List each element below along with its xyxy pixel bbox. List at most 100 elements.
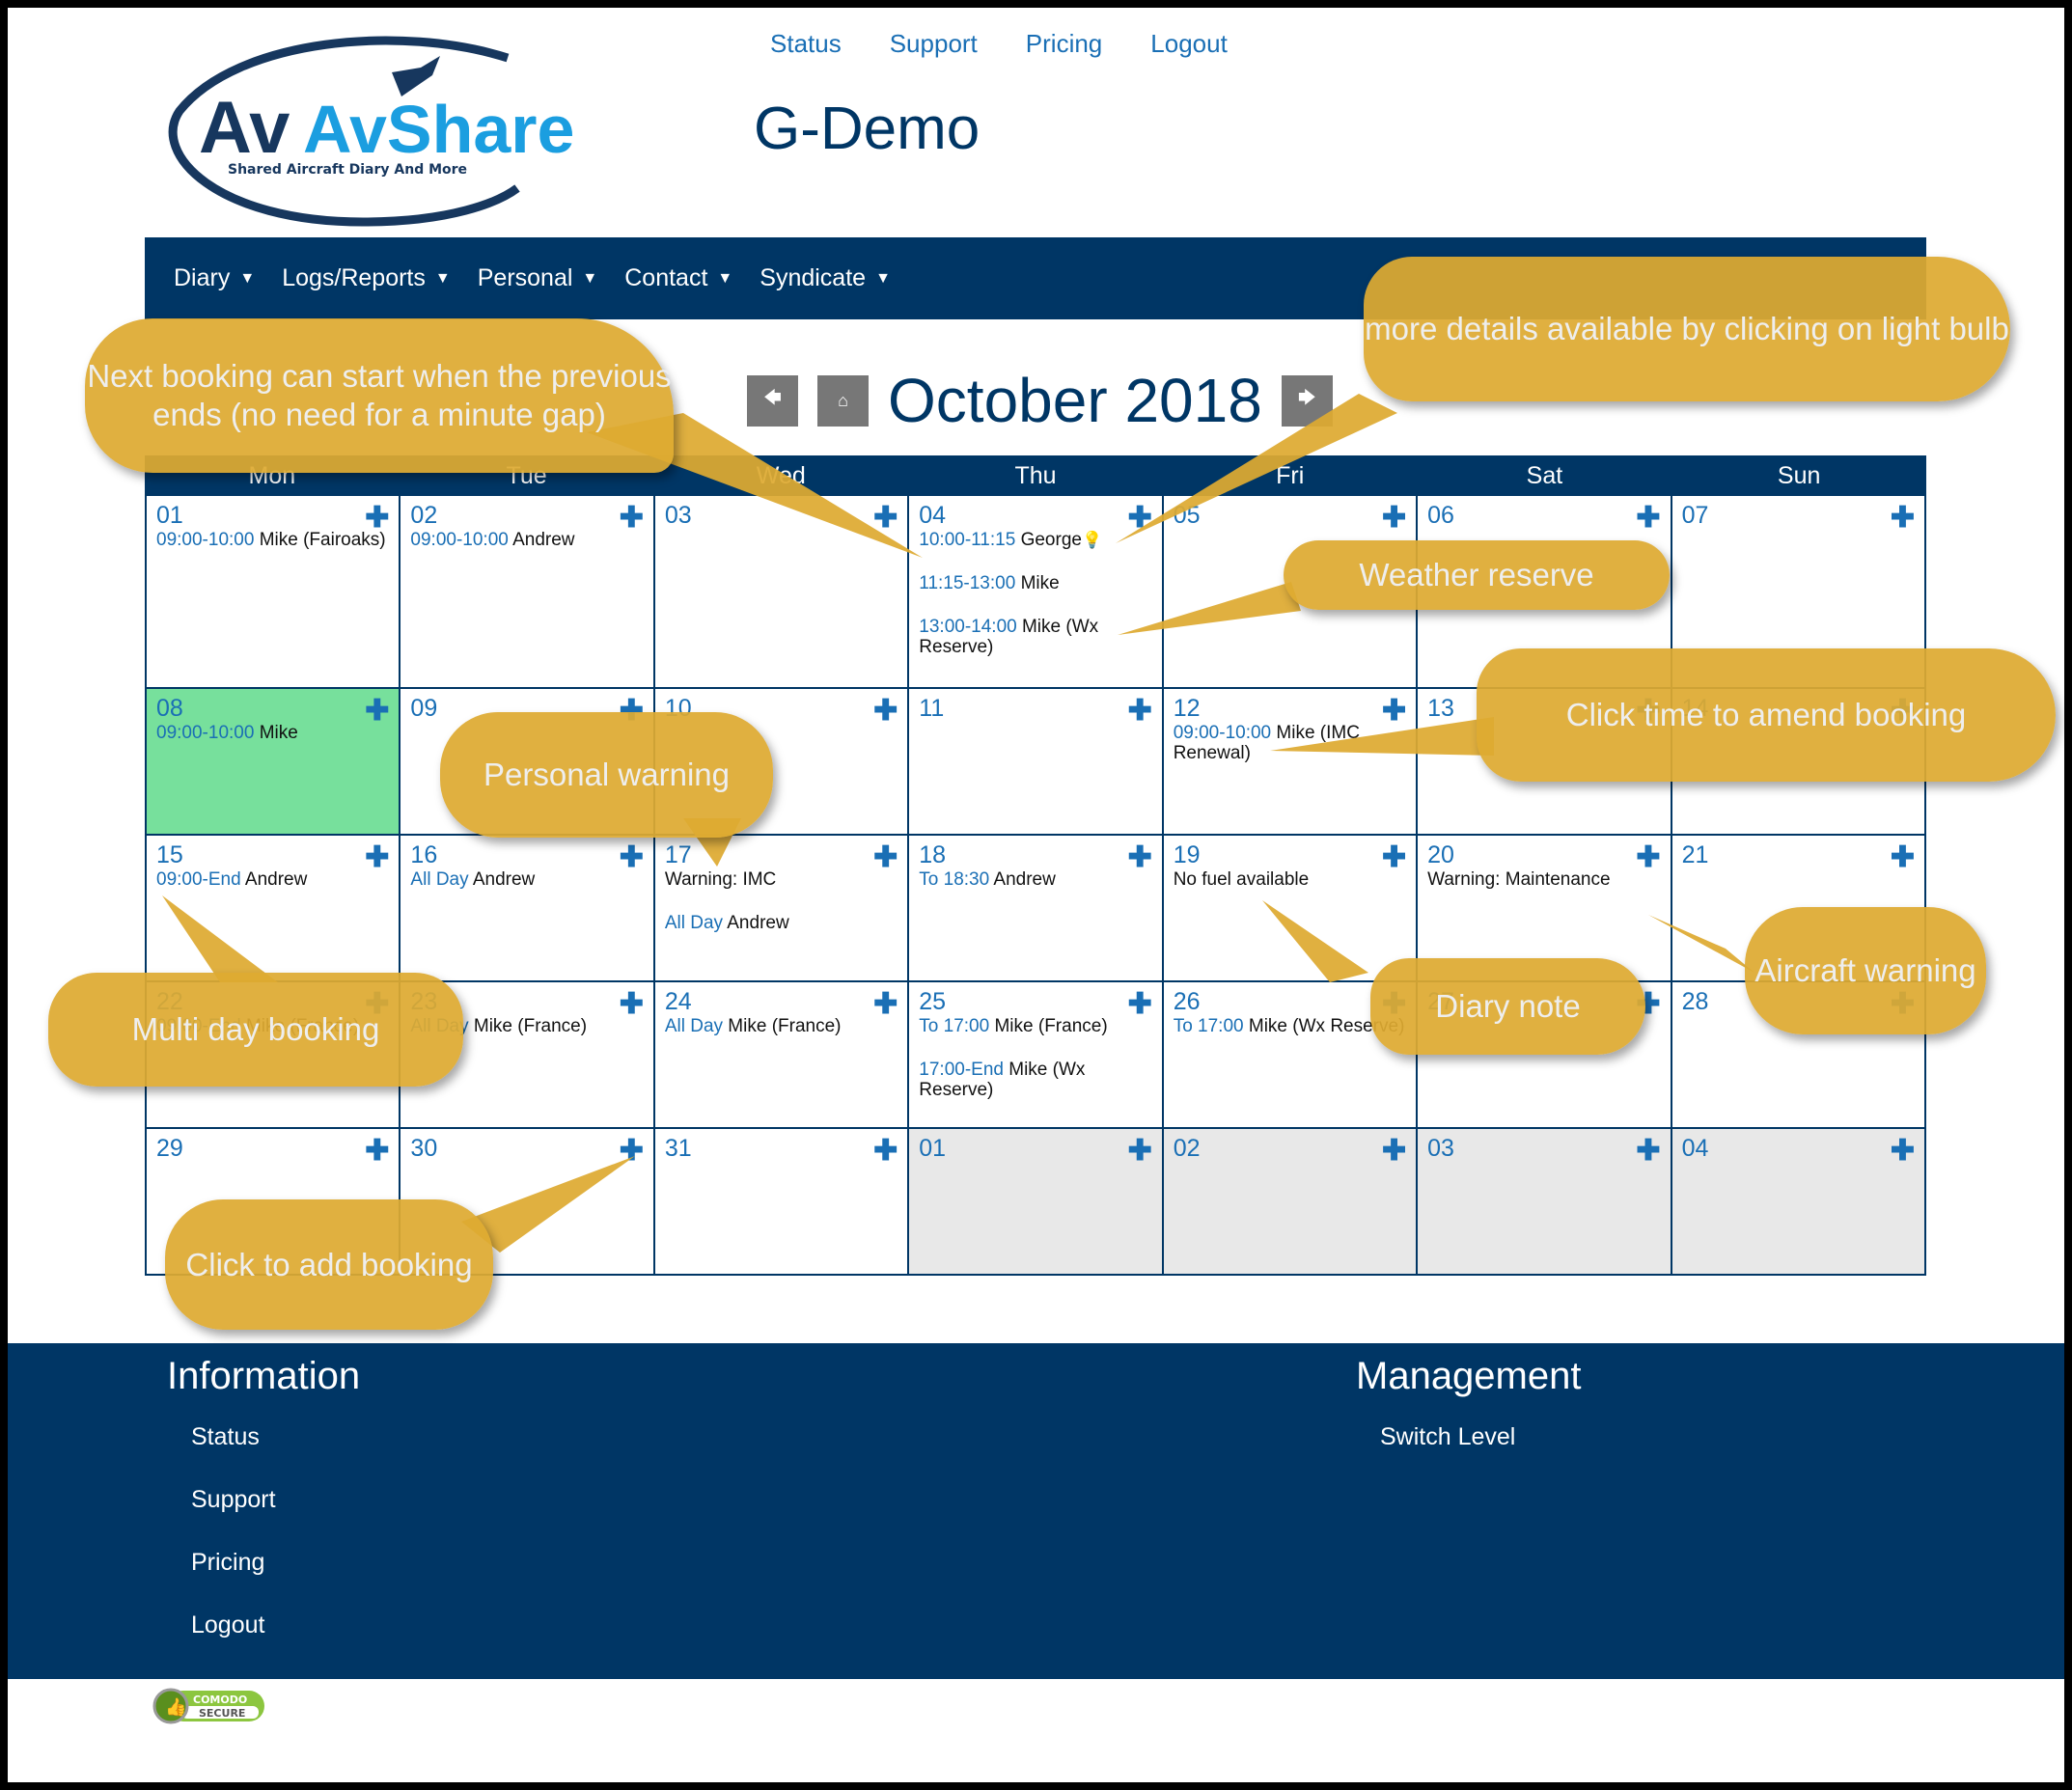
- add-booking-plus-icon[interactable]: ✚: [365, 504, 389, 533]
- add-booking-plus-icon[interactable]: ✚: [620, 843, 644, 872]
- add-booking-plus-icon[interactable]: ✚: [873, 697, 898, 726]
- footer-link-pricing[interactable]: Pricing: [191, 1549, 360, 1577]
- day-number[interactable]: 11: [919, 695, 1151, 723]
- current-month-button[interactable]: ⌂: [817, 374, 869, 427]
- booking-time-link[interactable]: 09:00-10:00: [1174, 723, 1271, 743]
- add-booking-plus-icon[interactable]: ✚: [620, 504, 644, 533]
- booking-time-link[interactable]: 17:00-End: [919, 1060, 1004, 1080]
- add-booking-plus-icon[interactable]: ✚: [873, 1137, 898, 1166]
- day-number[interactable]: 01: [919, 1135, 1151, 1163]
- nav-personal[interactable]: Personal ▼: [478, 264, 598, 292]
- top-link-status[interactable]: Status: [770, 29, 842, 59]
- add-booking-plus-icon[interactable]: ✚: [620, 990, 644, 1019]
- next-month-button[interactable]: 🡆: [1281, 374, 1333, 427]
- booking-text: Mike (France): [468, 1016, 588, 1036]
- booking-time-link[interactable]: 09:00-10:00: [410, 530, 508, 550]
- caret-down-icon: ▼: [582, 269, 598, 287]
- booking-time-link[interactable]: 09:00-End: [156, 869, 241, 890]
- add-booking-plus-icon[interactable]: ✚: [1382, 697, 1406, 726]
- day-number[interactable]: 06: [1427, 502, 1660, 530]
- day-number[interactable]: 19: [1174, 841, 1406, 869]
- day-number[interactable]: 02: [1174, 1135, 1406, 1163]
- day-number[interactable]: 16: [410, 841, 643, 869]
- day-number[interactable]: 04: [1682, 1135, 1915, 1163]
- day-number[interactable]: 07: [1682, 502, 1915, 530]
- add-booking-plus-icon[interactable]: ✚: [365, 843, 389, 872]
- day-number[interactable]: 21: [1682, 841, 1915, 869]
- booking-time-link[interactable]: All Day: [665, 1016, 723, 1036]
- add-booking-plus-icon[interactable]: ✚: [873, 990, 898, 1019]
- day-number[interactable]: 01: [156, 502, 389, 530]
- site-title: G-Demo: [754, 96, 981, 162]
- booking-entry: Warning: Maintenance: [1427, 869, 1660, 890]
- top-links: Status Support Pricing Logout: [770, 29, 1228, 59]
- add-booking-plus-icon[interactable]: ✚: [1382, 1137, 1406, 1166]
- add-booking-plus-icon[interactable]: ✚: [1382, 843, 1406, 872]
- add-booking-plus-icon[interactable]: ✚: [1891, 504, 1915, 533]
- add-booking-plus-icon[interactable]: ✚: [1128, 1137, 1152, 1166]
- top-link-logout[interactable]: Logout: [1150, 29, 1228, 59]
- add-booking-plus-icon[interactable]: ✚: [1891, 843, 1915, 872]
- comodo-secure-badge[interactable]: 👍 COMODO SECURE: [152, 1687, 268, 1730]
- day-number[interactable]: 03: [665, 502, 898, 530]
- add-booking-plus-icon[interactable]: ✚: [1128, 990, 1152, 1019]
- day-number[interactable]: 15: [156, 841, 389, 869]
- callout-personal-warning: Personal warning: [440, 712, 773, 838]
- avshared-logo[interactable]: Av AvShared Shared Aircraft Diary And Mo…: [160, 29, 616, 227]
- booking-time-link[interactable]: To 17:00: [919, 1016, 989, 1036]
- day-number[interactable]: 17: [665, 841, 898, 869]
- nav-diary[interactable]: Diary ▼: [174, 264, 255, 292]
- day-number[interactable]: 24: [665, 988, 898, 1016]
- svg-text:Av: Av: [199, 87, 290, 169]
- add-booking-plus-icon[interactable]: ✚: [1382, 504, 1406, 533]
- booking-time-link[interactable]: To 17:00: [1174, 1016, 1244, 1036]
- add-booking-plus-icon[interactable]: ✚: [873, 504, 898, 533]
- add-booking-plus-icon[interactable]: ✚: [365, 1137, 389, 1166]
- callout-multi-day: Multi day booking: [48, 973, 463, 1087]
- add-booking-plus-icon[interactable]: ✚: [1128, 504, 1152, 533]
- day-number[interactable]: 29: [156, 1135, 389, 1163]
- add-booking-plus-icon[interactable]: ✚: [1636, 1137, 1660, 1166]
- add-booking-plus-icon[interactable]: ✚: [1636, 504, 1660, 533]
- nav-contact[interactable]: Contact ▼: [624, 264, 732, 292]
- add-booking-plus-icon[interactable]: ✚: [873, 843, 898, 872]
- light-bulb-icon[interactable]: 💡: [1082, 531, 1102, 549]
- prev-month-button[interactable]: 🡄: [747, 374, 798, 427]
- add-booking-plus-icon[interactable]: ✚: [1128, 843, 1152, 872]
- booking-time-link[interactable]: All Day: [410, 869, 468, 890]
- add-booking-plus-icon[interactable]: ✚: [1891, 1137, 1915, 1166]
- day-number[interactable]: 20: [1427, 841, 1660, 869]
- top-link-pricing[interactable]: Pricing: [1026, 29, 1102, 59]
- booking-time-link[interactable]: 09:00-10:00: [156, 723, 254, 743]
- top-link-support[interactable]: Support: [890, 29, 978, 59]
- footer-link-status[interactable]: Status: [191, 1423, 360, 1451]
- day-number[interactable]: 30: [410, 1135, 643, 1163]
- day-number[interactable]: 12: [1174, 695, 1406, 723]
- day-number[interactable]: 08: [156, 695, 389, 723]
- day-number[interactable]: 25: [919, 988, 1151, 1016]
- add-booking-plus-icon[interactable]: ✚: [1636, 843, 1660, 872]
- booking-time-link[interactable]: 13:00-14:00: [919, 617, 1016, 637]
- booking-time-link[interactable]: 11:15-13:00: [919, 573, 1015, 593]
- booking-time-link[interactable]: 09:00-10:00: [156, 530, 254, 550]
- add-booking-plus-icon[interactable]: ✚: [1128, 697, 1152, 726]
- weekday-sun: Sun: [1777, 462, 1821, 489]
- day-number[interactable]: 03: [1427, 1135, 1660, 1163]
- day-number[interactable]: 31: [665, 1135, 898, 1163]
- nav-logs-reports[interactable]: Logs/Reports ▼: [282, 264, 451, 292]
- footer-link-switch-level[interactable]: Switch Level: [1380, 1423, 1581, 1451]
- caret-down-icon: ▼: [239, 269, 256, 287]
- footer-link-logout[interactable]: Logout: [191, 1611, 360, 1639]
- booking-time-link[interactable]: All Day: [665, 913, 723, 933]
- booking-time-link[interactable]: To 18:30: [919, 869, 989, 890]
- day-cell: 15 ✚ 09:00-End Andrew: [147, 836, 401, 982]
- add-booking-plus-icon[interactable]: ✚: [620, 1137, 644, 1166]
- footer-link-support[interactable]: Support: [191, 1486, 360, 1514]
- day-number[interactable]: 05: [1174, 502, 1406, 530]
- booking-time-link[interactable]: 10:00-11:15: [919, 530, 1015, 550]
- day-number[interactable]: 02: [410, 502, 643, 530]
- nav-syndicate[interactable]: Syndicate ▼: [760, 264, 891, 292]
- add-booking-plus-icon[interactable]: ✚: [365, 697, 389, 726]
- day-number[interactable]: 04: [919, 502, 1151, 530]
- day-number[interactable]: 18: [919, 841, 1151, 869]
